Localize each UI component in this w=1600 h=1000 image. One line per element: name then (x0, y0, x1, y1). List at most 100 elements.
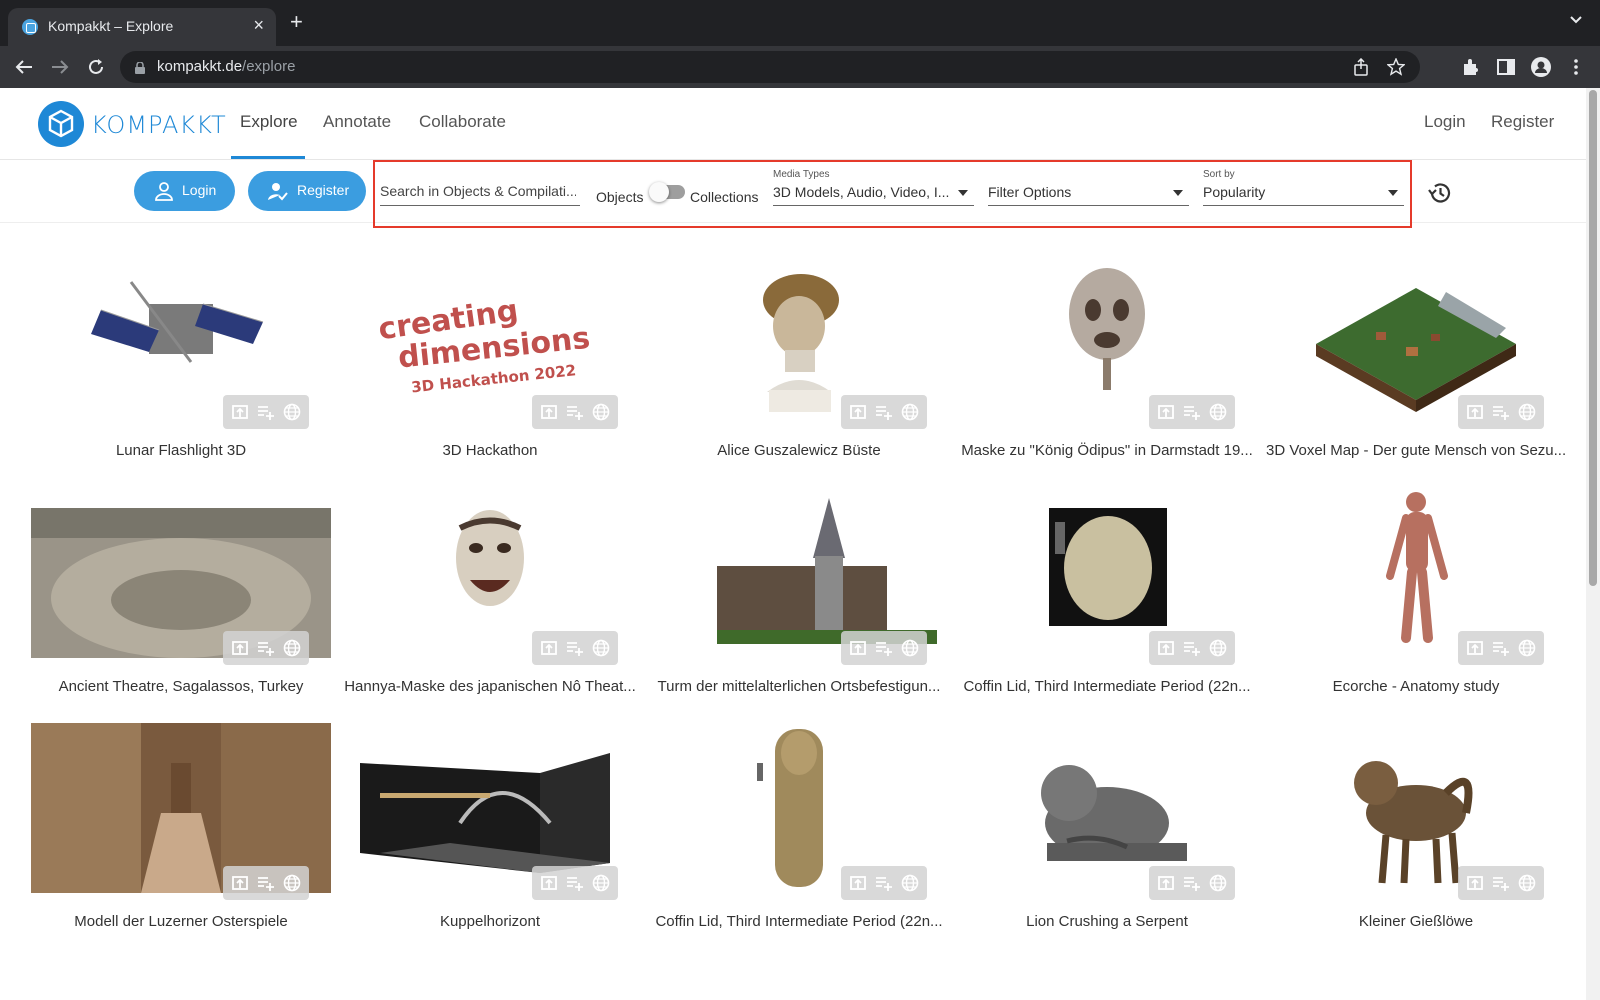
toggle-knob[interactable] (649, 182, 669, 202)
extensions-icon[interactable] (1461, 57, 1481, 77)
object-title[interactable]: 3D Hackathon (340, 442, 640, 459)
add-to-collection-icon[interactable] (875, 639, 893, 657)
add-to-collection-icon[interactable] (1183, 403, 1201, 421)
new-tab-icon[interactable]: + (290, 11, 303, 33)
object-title[interactable]: Lion Crushing a Serpent (957, 913, 1257, 930)
scrollbar-thumb[interactable] (1589, 90, 1597, 586)
object-title[interactable]: Turm der mittelalterlichen Ortsbefestigu… (649, 678, 949, 695)
add-to-collection-icon[interactable] (875, 874, 893, 892)
object-card[interactable]: Ancient Theatre, Sagalassos, Turkey (31, 488, 331, 718)
open-in-viewer-icon[interactable] (849, 874, 867, 892)
chevron-down-icon[interactable] (1570, 13, 1582, 25)
open-in-viewer-icon[interactable] (540, 639, 558, 657)
side-panel-icon[interactable] (1496, 57, 1516, 77)
object-card[interactable]: Lion Crushing a Serpent (957, 723, 1257, 953)
add-to-collection-icon[interactable] (1492, 403, 1510, 421)
open-in-viewer-icon[interactable] (540, 403, 558, 421)
object-title[interactable]: Kleiner Gießlöwe (1266, 913, 1566, 930)
public-icon[interactable] (1518, 639, 1536, 657)
public-icon[interactable] (901, 403, 919, 421)
public-icon[interactable] (1518, 874, 1536, 892)
public-icon[interactable] (592, 403, 610, 421)
add-to-collection-icon[interactable] (257, 874, 275, 892)
object-card[interactable]: Alice Guszalewicz Büste (649, 252, 949, 482)
open-in-viewer-icon[interactable] (540, 874, 558, 892)
open-in-viewer-icon[interactable] (1466, 403, 1484, 421)
history-icon[interactable] (1427, 180, 1453, 206)
logo-text[interactable]: KOMPAKKT (91, 111, 227, 139)
menu-kebab-icon[interactable] (1566, 57, 1586, 77)
object-card[interactable]: Turm der mittelalterlichen Ortsbefestigu… (649, 488, 949, 718)
close-tab-icon[interactable]: × (253, 15, 264, 36)
filter-options-select[interactable]: Filter Options (988, 178, 1189, 206)
add-to-collection-icon[interactable] (257, 403, 275, 421)
search-input[interactable] (380, 178, 576, 199)
add-to-collection-icon[interactable] (1492, 639, 1510, 657)
page-scrollbar[interactable] (1586, 88, 1600, 1000)
open-in-viewer-icon[interactable] (1466, 639, 1484, 657)
nav-annotate[interactable]: Annotate (323, 112, 391, 132)
header-login-link[interactable]: Login (1424, 112, 1466, 132)
object-title[interactable]: Kuppelhorizont (340, 913, 640, 930)
nav-collaborate[interactable]: Collaborate (419, 112, 506, 132)
object-card[interactable]: 3D Voxel Map - Der gute Mensch von Sezu.… (1266, 252, 1566, 482)
public-icon[interactable] (283, 403, 301, 421)
register-button[interactable]: Register (248, 171, 366, 211)
open-in-viewer-icon[interactable] (231, 874, 249, 892)
object-title[interactable]: Alice Guszalewicz Büste (649, 442, 949, 459)
object-card[interactable]: Ecorche - Anatomy study (1266, 488, 1566, 718)
open-in-viewer-icon[interactable] (1157, 874, 1175, 892)
open-in-viewer-icon[interactable] (1157, 403, 1175, 421)
object-card[interactable]: Coffin Lid, Third Intermediate Period (2… (649, 723, 949, 953)
open-in-viewer-icon[interactable] (231, 639, 249, 657)
object-card[interactable]: Maske zu "König Ödipus" in Darmstadt 19.… (957, 252, 1257, 482)
objects-collections-toggle[interactable] (649, 182, 685, 202)
add-to-collection-icon[interactable] (1183, 639, 1201, 657)
open-in-viewer-icon[interactable] (1157, 639, 1175, 657)
object-card[interactable]: Lunar Flashlight 3D (31, 252, 331, 482)
object-title[interactable]: Hannya-Maske des japanischen Nô Theat... (340, 678, 640, 695)
header-register-link[interactable]: Register (1491, 112, 1554, 132)
bookmark-star-icon[interactable] (1386, 57, 1406, 76)
add-to-collection-icon[interactable] (257, 639, 275, 657)
open-in-viewer-icon[interactable] (849, 403, 867, 421)
object-title[interactable]: 3D Voxel Map - Der gute Mensch von Sezu.… (1266, 442, 1566, 459)
sort-by-select[interactable]: Popularity (1203, 178, 1404, 206)
media-types-select[interactable]: 3D Models, Audio, Video, I... (773, 178, 974, 206)
share-icon[interactable] (1352, 57, 1370, 76)
profile-icon[interactable] (1531, 57, 1551, 77)
login-button[interactable]: Login (134, 171, 235, 211)
public-icon[interactable] (592, 874, 610, 892)
add-to-collection-icon[interactable] (1183, 874, 1201, 892)
add-to-collection-icon[interactable] (566, 403, 584, 421)
object-card[interactable]: Kuppelhorizont (340, 723, 640, 953)
object-title[interactable]: Maske zu "König Ödipus" in Darmstadt 19.… (957, 442, 1257, 459)
add-to-collection-icon[interactable] (566, 639, 584, 657)
back-icon[interactable] (12, 55, 36, 79)
object-card[interactable]: Kleiner Gießlöwe (1266, 723, 1566, 953)
object-title[interactable]: Coffin Lid, Third Intermediate Period (2… (649, 913, 949, 930)
address-bar[interactable]: kompakkt.de/explore (120, 51, 1420, 83)
public-icon[interactable] (1209, 639, 1227, 657)
object-card[interactable]: Hannya-Maske des japanischen Nô Theat... (340, 488, 640, 718)
public-icon[interactable] (592, 639, 610, 657)
public-icon[interactable] (1209, 874, 1227, 892)
kompakkt-logo-icon[interactable] (38, 101, 84, 147)
forward-icon[interactable] (48, 55, 72, 79)
add-to-collection-icon[interactable] (1492, 874, 1510, 892)
object-title[interactable]: Coffin Lid, Third Intermediate Period (2… (957, 678, 1257, 695)
add-to-collection-icon[interactable] (566, 874, 584, 892)
browser-tab[interactable]: Kompakkt – Explore × (8, 8, 276, 46)
object-card[interactable]: creating dimensions 3D Hackathon 2022 3D Ha… (340, 252, 640, 482)
nav-explore[interactable]: Explore (240, 112, 298, 132)
open-in-viewer-icon[interactable] (849, 639, 867, 657)
open-in-viewer-icon[interactable] (231, 403, 249, 421)
reload-icon[interactable] (84, 55, 108, 79)
public-icon[interactable] (283, 639, 301, 657)
object-title[interactable]: Modell der Luzerner Osterspiele (31, 913, 331, 930)
object-card[interactable]: Coffin Lid, Third Intermediate Period (2… (957, 488, 1257, 718)
public-icon[interactable] (1518, 403, 1536, 421)
public-icon[interactable] (901, 874, 919, 892)
public-icon[interactable] (901, 639, 919, 657)
add-to-collection-icon[interactable] (875, 403, 893, 421)
